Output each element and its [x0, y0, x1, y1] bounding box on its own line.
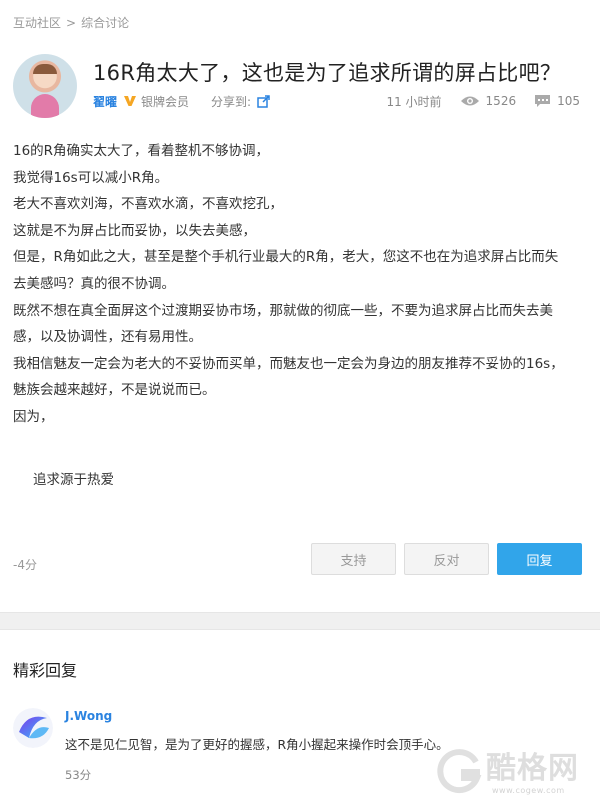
views-eye-icon [460, 96, 479, 106]
avatar[interactable] [13, 54, 77, 118]
support-button[interactable]: 支持 [311, 543, 396, 575]
breadcrumb: 互动社区 > 综合讨论 [13, 15, 129, 31]
reply-button[interactable]: 回复 [497, 543, 582, 575]
post-score: -4分 [13, 558, 37, 572]
views-count: 1526 [485, 94, 517, 108]
post-body-line: 我相信魅友一定会为老大的不妥协而买单，而魅友也一定会为身边的朋友推荐不妥协的16… [13, 355, 564, 372]
featured-replies-title: 精彩回复 [13, 661, 78, 680]
post-body: 16的R角确实太大了，看着整机不够协调， 我觉得16s可以减小R角。 老大不喜欢… [13, 138, 583, 431]
oppose-button[interactable]: 反对 [404, 543, 489, 575]
post-body-line: 既然不想在真全面屏这个过渡期妥协市场，那就做的彻底一些，不要为追求屏占比而失去美 [13, 302, 553, 319]
post-title: 16R角太大了，这也是为了追求所谓的屏占比吧？ [93, 61, 562, 85]
post-body-line: 但是，R角如此之大，甚至是整个手机行业最大的R角，老大，您这不也在为追求屏占比而… [13, 249, 559, 266]
post-body-line: 16的R角确实太大了，看着整机不够协调， [13, 143, 270, 159]
vip-badge-icon [123, 94, 137, 108]
post-stats: 11 小时前 1526 105 [386, 92, 580, 110]
post-meta: 翟曜 银牌会员 分享到: [93, 92, 270, 110]
reply-text: 这不是见仁见智，是为了更好的握感，R角小握起来操作时会顶手心。 [65, 737, 449, 752]
post-body-line: 我觉得16s可以减小R角。 [13, 169, 169, 186]
author-level: 银牌会员 [141, 94, 190, 109]
reply-avatar-icon [13, 708, 53, 748]
watermark-logo-icon [437, 749, 482, 794]
breadcrumb-community[interactable]: 互动社区 [13, 15, 61, 31]
breadcrumb-separator: > [66, 16, 77, 30]
post-time: 11 小时前 [386, 94, 442, 109]
reply-avatar[interactable] [13, 708, 53, 748]
avatar-body [31, 94, 59, 118]
post-body-line: 老大不喜欢刘海，不喜欢水滴，不喜欢挖孔， [13, 196, 283, 213]
post-signature: 追求源于热爱 [33, 472, 114, 488]
post-body-line: 去美感吗？真的很不协调。 [13, 275, 175, 292]
comments-count: 105 [557, 94, 580, 108]
share-label: 分享到: [211, 94, 252, 109]
post-body-line: 因为， [13, 408, 54, 425]
post-body-line: 感，以及协调性，还有易用性。 [13, 329, 202, 346]
post-body-line: 这就是不为屏占比而妥协，以失去美感， [13, 222, 256, 239]
breadcrumb-general-discussion[interactable]: 综合讨论 [81, 15, 129, 31]
reply-author-name[interactable]: J.Wong [65, 709, 112, 723]
reply-score: 53分 [65, 768, 92, 782]
section-divider [0, 612, 600, 630]
avatar-hair [33, 64, 57, 74]
share-icon[interactable] [257, 94, 270, 108]
watermark-url: www.cogew.com [492, 786, 565, 795]
post-body-line: 魅族会越来越好，不是说说而已。 [13, 382, 216, 399]
author-name[interactable]: 翟曜 [93, 93, 117, 110]
comment-bubble-icon [535, 95, 551, 107]
watermark: 酷格网 www.cogew.com [436, 748, 600, 798]
watermark-text: 酷格网 [486, 751, 579, 786]
